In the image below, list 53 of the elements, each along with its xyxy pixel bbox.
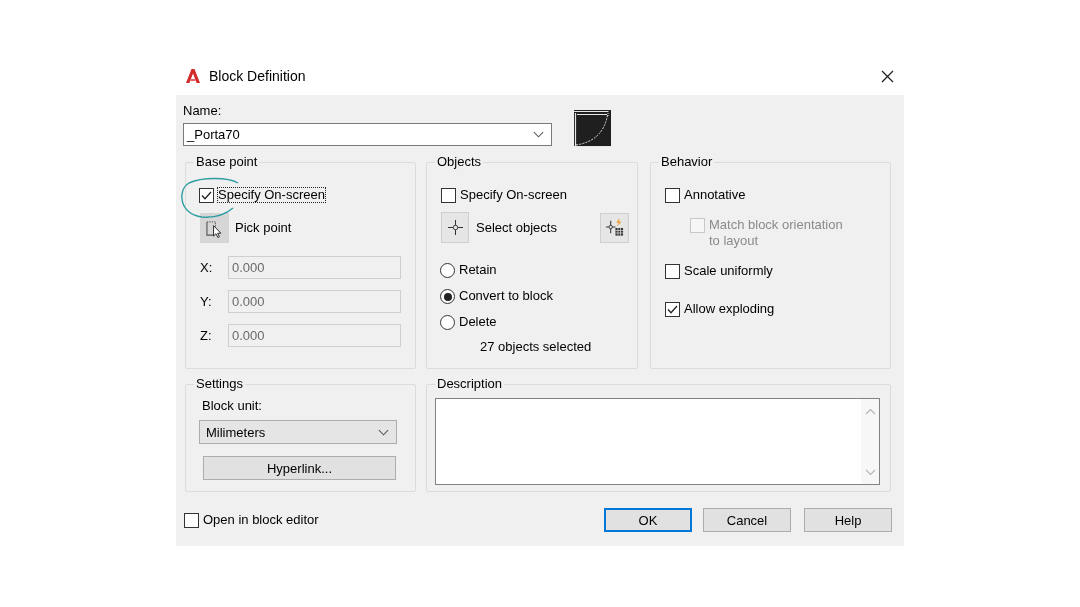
radio-button[interactable] <box>440 289 455 304</box>
checkbox[interactable] <box>184 513 199 528</box>
name-dropdown[interactable]: _Porta70 <box>183 123 552 146</box>
checkmark-icon <box>201 191 212 200</box>
radio-label[interactable]: Delete <box>458 314 498 330</box>
dialog-button[interactable]: Help <box>804 508 892 532</box>
checkbox-label[interactable]: Specify On-screen <box>459 187 568 203</box>
quick-select-button[interactable] <box>600 212 629 243</box>
app-logo-icon <box>185 68 201 84</box>
checkbox-label[interactable]: Open in block editor <box>202 512 320 528</box>
checkbox[interactable] <box>665 188 680 203</box>
radio-button[interactable] <box>440 263 455 278</box>
radio-button[interactable] <box>440 315 455 330</box>
close-icon <box>880 69 894 83</box>
field-label: Y: <box>200 293 213 310</box>
checkmark-icon <box>667 305 678 314</box>
checkbox-label[interactable]: Scale uniformly <box>683 263 774 279</box>
block-preview-icon <box>574 110 611 147</box>
dialog-button[interactable]: OK <box>604 508 692 532</box>
checkbox-label[interactable]: Annotative <box>683 187 747 203</box>
button-label: Select objects <box>476 219 557 236</box>
chevron-down-icon <box>533 131 544 138</box>
button-label: Pick point <box>235 220 292 236</box>
checkbox[interactable] <box>665 264 680 279</box>
group-label: Description <box>436 376 504 392</box>
window-title: Block Definition <box>209 67 306 85</box>
crosshair-icon <box>447 220 463 235</box>
checkbox[interactable] <box>199 188 214 203</box>
radio-dot-icon <box>443 292 452 301</box>
crosshair-grid-icon <box>605 218 624 237</box>
group-label: Objects <box>436 154 483 170</box>
status-text: 27 objects selected <box>480 339 592 355</box>
dialog-button[interactable]: Cancel <box>703 508 791 532</box>
pointer-icon <box>206 218 223 238</box>
pick-point-button[interactable] <box>200 213 229 243</box>
field-label: X: <box>200 259 214 276</box>
group-label: Settings <box>195 376 244 392</box>
group-label: Base point <box>195 154 259 170</box>
radio-label[interactable]: Convert to block <box>458 288 554 304</box>
checkbox-label[interactable]: Allow exploding <box>683 301 776 317</box>
unit-dropdown[interactable]: Milimeters <box>199 420 397 444</box>
group-label: Behavior <box>660 154 714 170</box>
radio-label[interactable]: Retain <box>458 262 498 278</box>
field-label: Block unit: <box>202 398 262 414</box>
select-objects-button[interactable] <box>441 212 469 243</box>
checkbox[interactable] <box>665 302 680 317</box>
hyperlink-button[interactable]: Hyperlink... <box>203 456 396 480</box>
checkbox[interactable] <box>441 188 456 203</box>
chevron-down-icon <box>378 428 389 436</box>
field-label: Z: <box>200 327 213 344</box>
checkbox-label[interactable]: Specify On-screen <box>217 187 326 203</box>
field-label: Name: <box>183 103 222 119</box>
description-field[interactable] <box>435 398 880 485</box>
